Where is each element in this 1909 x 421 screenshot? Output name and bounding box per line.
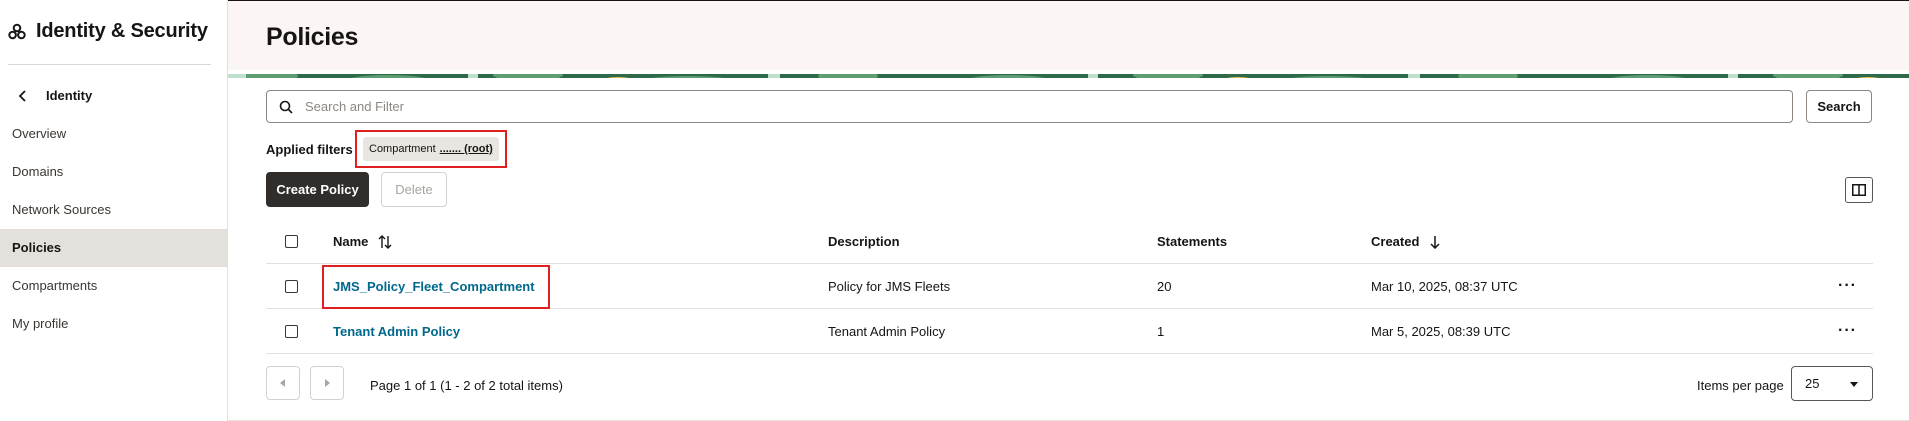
next-page-button[interactable] xyxy=(310,366,344,400)
column-header-name[interactable]: Name xyxy=(333,220,392,263)
row-checkbox[interactable] xyxy=(285,279,298,293)
applied-filters-label: Applied filters xyxy=(266,142,353,157)
search-icon xyxy=(279,100,293,114)
items-per-page-value: 25 xyxy=(1805,376,1820,391)
policy-description: Policy for JMS Fleets xyxy=(828,278,951,294)
chevron-left-icon xyxy=(18,89,26,102)
select-all-checkbox[interactable] xyxy=(285,235,298,248)
search-input[interactable] xyxy=(305,99,1705,114)
chip-value[interactable]: ....... (root) xyxy=(440,143,493,155)
decorative-banner xyxy=(228,70,1909,78)
pagination-status: Page 1 of 1 (1 - 2 of 2 total items) xyxy=(370,378,563,393)
sidebar-divider xyxy=(8,64,211,65)
arrow-down-icon[interactable] xyxy=(1429,235,1441,249)
sidebar-item-compartments[interactable]: Compartments xyxy=(0,267,227,305)
row-checkbox[interactable] xyxy=(285,324,298,338)
column-header-name-label: Name xyxy=(333,234,369,249)
select-all-cell xyxy=(285,220,298,263)
compartment-filter-chip[interactable]: Compartment ....... (root) xyxy=(363,137,499,161)
column-header-created[interactable]: Created xyxy=(1371,220,1441,263)
policy-created: Mar 10, 2025, 08:37 UTC xyxy=(1371,278,1518,294)
sidebar-item-overview[interactable]: Overview xyxy=(0,115,227,153)
policy-name-link[interactable]: JMS_Policy_Fleet_Compartment xyxy=(333,264,535,308)
table-header-row: Name Description Statements Created xyxy=(266,220,1873,264)
search-field[interactable] xyxy=(266,90,1793,123)
previous-page-button[interactable] xyxy=(266,366,300,400)
sidebar-title: Identity & Security xyxy=(8,20,208,43)
table-row: Tenant Admin Policy Tenant Admin Policy … xyxy=(266,309,1873,354)
items-per-page-label: Items per page xyxy=(1697,378,1784,393)
sidebar-title-text: Identity & Security xyxy=(36,20,208,42)
chip-key: Compartment xyxy=(369,143,436,155)
policies-table: Name Description Statements Created JMS_… xyxy=(266,220,1873,354)
table-row: JMS_Policy_Fleet_Compartment Policy for … xyxy=(266,264,1873,309)
policy-statements: 20 xyxy=(1157,278,1172,294)
sidebar: Identity & Security Identity Overview Do… xyxy=(0,0,228,421)
filter-chip-highlight: Compartment ....... (root) xyxy=(355,130,507,168)
delete-button[interactable]: Delete xyxy=(381,172,447,207)
policy-created: Mar 5, 2025, 08:39 UTC xyxy=(1371,323,1511,339)
cluster-icon xyxy=(8,23,26,39)
caret-left-icon xyxy=(280,379,285,387)
back-to-identity-link[interactable]: Identity xyxy=(18,88,92,103)
sort-icon[interactable] xyxy=(378,234,392,249)
more-icon[interactable]: ··· xyxy=(1838,309,1857,353)
manage-columns-button[interactable] xyxy=(1845,177,1873,203)
items-per-page-select[interactable]: 25 xyxy=(1791,366,1873,401)
page-header: Policies xyxy=(228,0,1909,70)
sidebar-item-network-sources[interactable]: Network Sources xyxy=(0,191,227,229)
caret-right-icon xyxy=(325,379,330,387)
row-select-cell xyxy=(285,309,298,353)
policy-name-link[interactable]: Tenant Admin Policy xyxy=(333,309,460,353)
create-policy-button[interactable]: Create Policy xyxy=(266,172,369,207)
more-icon[interactable]: ··· xyxy=(1838,264,1857,308)
column-header-created-label: Created xyxy=(1371,234,1420,249)
columns-icon xyxy=(1852,184,1866,196)
back-label: Identity xyxy=(46,88,93,103)
policy-statements: 1 xyxy=(1157,323,1165,339)
sidebar-nav: Overview Domains Network Sources Policie… xyxy=(0,115,227,343)
caret-down-icon xyxy=(1850,382,1858,387)
page-title: Policies xyxy=(266,23,359,51)
policy-description: Tenant Admin Policy xyxy=(828,323,946,339)
sidebar-item-domains[interactable]: Domains xyxy=(0,153,227,191)
search-button[interactable]: Search xyxy=(1806,90,1872,123)
sidebar-item-my-profile[interactable]: My profile xyxy=(0,305,227,343)
sidebar-item-policies[interactable]: Policies xyxy=(0,229,227,267)
row-select-cell xyxy=(285,264,298,308)
column-header-description: Description xyxy=(828,234,900,249)
column-header-statements: Statements xyxy=(1157,234,1228,249)
